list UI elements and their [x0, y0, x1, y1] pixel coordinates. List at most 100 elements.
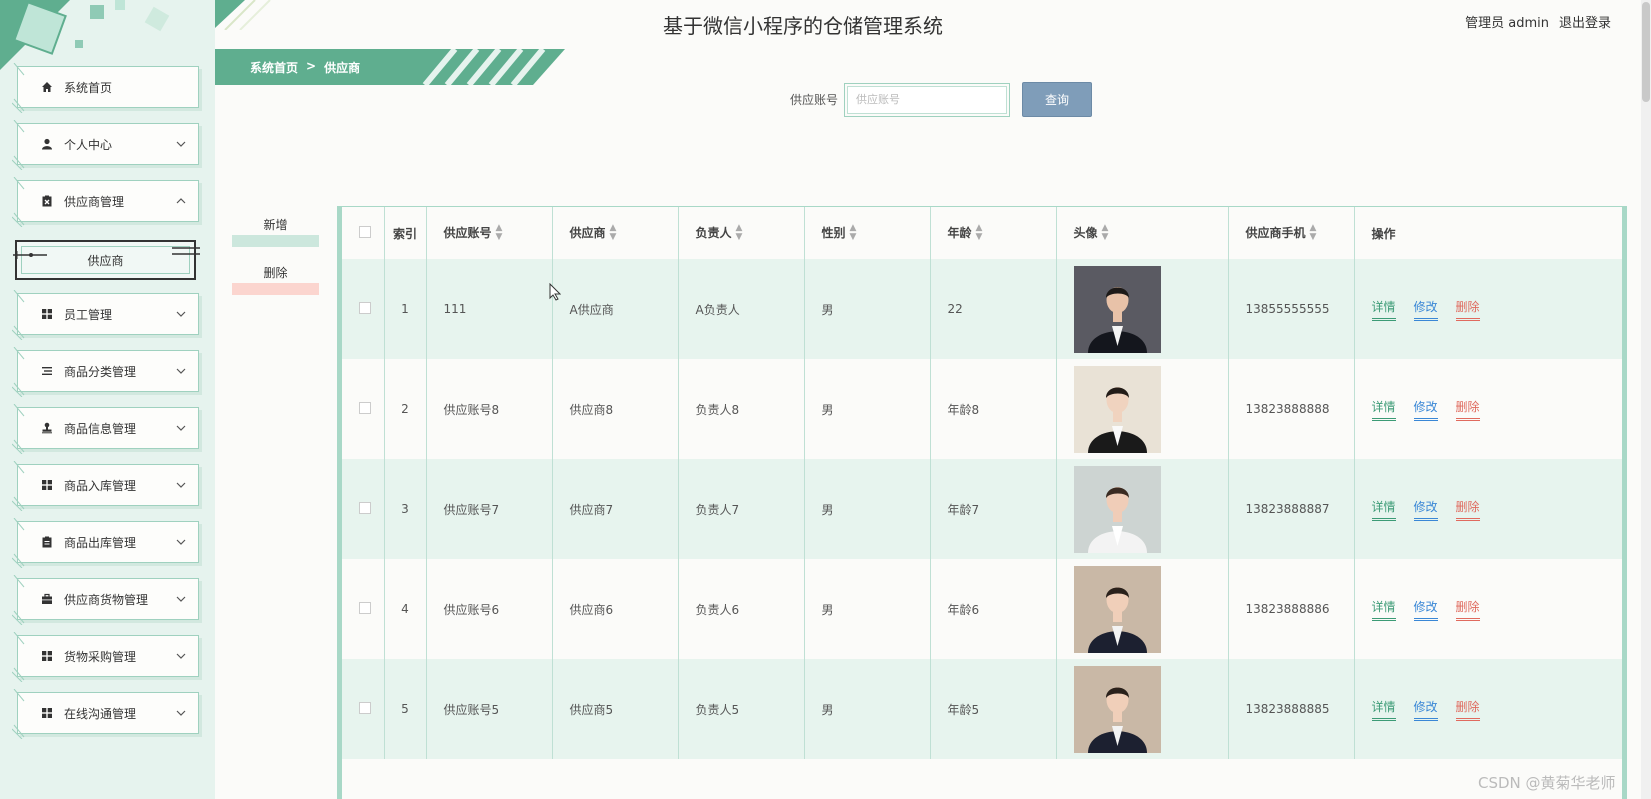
sort-icon[interactable]: ▲ ▼ [736, 224, 743, 242]
detail-button[interactable]: 详情 [1371, 598, 1396, 621]
delete-button-label: 删除 [263, 266, 288, 280]
detail-button[interactable]: 详情 [1371, 498, 1396, 521]
delete-button[interactable]: 删除 [1455, 698, 1480, 721]
sidebar-item-label: 商品入库管理 [64, 478, 137, 493]
sidebar-item-1[interactable]: 系统首页 [11, 62, 199, 114]
sort-icon[interactable]: ▲ ▼ [610, 224, 617, 242]
grid-icon [40, 478, 54, 492]
sidebar-item-label: 员工管理 [64, 307, 113, 322]
col-actions: 操作 [1354, 207, 1622, 259]
sort-icon[interactable]: ▲ ▼ [1310, 224, 1317, 242]
chevron-up-icon [176, 198, 186, 204]
col-gender[interactable]: 性别 ▲ ▼ [804, 207, 931, 259]
edit-button[interactable]: 修改 [1413, 598, 1438, 621]
delete-button[interactable]: 删除 [1455, 598, 1480, 621]
row-checkbox[interactable] [359, 301, 371, 314]
sidebar-item-6[interactable]: 商品信息管理 [11, 403, 199, 455]
col-manager[interactable]: 负责人 ▲ ▼ [678, 207, 805, 259]
query-button[interactable]: 查询 [1022, 82, 1093, 117]
avatar-image [1073, 265, 1161, 353]
select-all-checkbox[interactable] [359, 225, 371, 238]
sidebar-item-11[interactable]: 在线沟通管理 [11, 688, 199, 740]
edit-button[interactable]: 修改 [1413, 498, 1438, 521]
detail-button[interactable]: 详情 [1371, 398, 1396, 421]
sort-icon[interactable]: ▲ ▼ [850, 224, 857, 242]
avatar-image [1073, 565, 1161, 653]
add-button-label: 新增 [263, 218, 288, 232]
delete-button[interactable]: 删除 [1455, 498, 1480, 521]
sidebar-subitem-supplier[interactable]: 供应商 [13, 240, 200, 280]
cell-avatar [1056, 559, 1229, 659]
menu-edge-decoration [11, 460, 25, 512]
cell-index: 1 [384, 259, 427, 359]
add-button[interactable]: 新增 [232, 216, 319, 247]
avatar-image [1073, 665, 1161, 753]
chevron-down-icon [176, 710, 186, 716]
sidebar-item-label: 商品分类管理 [64, 364, 137, 379]
delete-button[interactable]: 删除 [1455, 398, 1480, 421]
cell-supplier: A供应商 [552, 259, 679, 359]
cell-gender: 男 [804, 359, 931, 459]
table-header-row: 索引 供应账号 ▲ ▼ 供应商 ▲ ▼ 负责人 ▲ ▼ 性别 ▲ ▼ 年龄 ▲ ▼ 头像 ▲ ▼ 供应商… [342, 207, 1622, 259]
sidebar-item-8[interactable]: 商品出库管理 [11, 517, 199, 569]
col-account[interactable]: 供应账号 ▲ ▼ [426, 207, 553, 259]
cell-phone: 13823888885 [1228, 659, 1355, 759]
cell-actions: 详情 修改 删除 [1354, 259, 1622, 359]
edit-button[interactable]: 修改 [1413, 398, 1438, 421]
delete-button[interactable]: 删除 [1455, 298, 1480, 321]
grid-icon [40, 706, 54, 720]
menu-edge-decoration [11, 517, 25, 569]
page-scrollbar[interactable] [1641, 0, 1651, 799]
sidebar [0, 0, 215, 799]
cell-age: 年龄8 [930, 359, 1057, 459]
edit-button[interactable]: 修改 [1413, 298, 1438, 321]
cell-manager: 负责人8 [678, 359, 805, 459]
cell-phone: 13823888888 [1228, 359, 1355, 459]
clipboard-x-icon [40, 194, 54, 208]
scrollbar-thumb[interactable] [1642, 2, 1650, 102]
sidebar-item-label: 商品信息管理 [64, 421, 137, 436]
grid-icon [40, 307, 54, 321]
detail-button[interactable]: 详情 [1371, 698, 1396, 721]
cell-age: 年龄6 [930, 559, 1057, 659]
breadcrumb: 系统首页 > 供应商 [215, 49, 565, 85]
cell-manager: A负责人 [678, 259, 805, 359]
breadcrumb-home[interactable]: 系统首页 [250, 59, 298, 76]
menu-edge-decoration [11, 176, 25, 228]
cell-supplier: 供应商8 [552, 359, 679, 459]
cell-phone: 13855555555 [1228, 259, 1355, 359]
table-row: 5 供应账号5 供应商5 负责人5 男年龄5 13823888885 详情 修改 删除 [342, 659, 1622, 759]
search-input[interactable] [847, 85, 1008, 114]
col-avatar[interactable]: 头像 ▲ ▼ [1056, 207, 1229, 259]
sidebar-item-9[interactable]: 供应商货物管理 [11, 574, 199, 626]
grid-icon [40, 649, 54, 663]
sort-icon[interactable]: ▲ ▼ [496, 224, 503, 242]
cell-supplier: 供应商6 [552, 559, 679, 659]
sort-icon[interactable]: ▲ ▼ [976, 224, 983, 242]
col-age[interactable]: 年龄 ▲ ▼ [930, 207, 1057, 259]
row-checkbox[interactable] [359, 501, 371, 514]
edit-button[interactable]: 修改 [1413, 698, 1438, 721]
row-checkbox[interactable] [359, 701, 371, 714]
sidebar-item-4[interactable]: 员工管理 [11, 289, 199, 341]
row-checkbox[interactable] [359, 401, 371, 414]
row-checkbox[interactable] [359, 601, 371, 614]
chevron-down-icon [176, 311, 186, 317]
sidebar-item-10[interactable]: 货物采购管理 [11, 631, 199, 683]
admin-label: 管理员 admin [1465, 16, 1549, 31]
sidebar-item-7[interactable]: 商品入库管理 [11, 460, 199, 512]
chevron-down-icon [176, 653, 186, 659]
col-supplier[interactable]: 供应商 ▲ ▼ [552, 207, 679, 259]
search-label: 供应账号 [790, 93, 839, 107]
logout-link[interactable]: 退出登录 [1559, 12, 1611, 31]
col-phone[interactable]: 供应商手机 ▲ ▼ [1228, 207, 1355, 259]
sort-icon[interactable]: ▲ ▼ [1102, 224, 1109, 242]
cell-manager: 负责人6 [678, 559, 805, 659]
detail-button[interactable]: 详情 [1371, 298, 1396, 321]
sidebar-item-2[interactable]: 个人中心 [11, 119, 199, 171]
table-row: 4 供应账号6 供应商6 负责人6 男年龄6 13823888886 详情 修改 删除 [342, 559, 1622, 659]
menu-edge-decoration [11, 574, 25, 626]
batch-delete-button[interactable]: 删除 [232, 264, 319, 295]
sidebar-item-3[interactable]: 供应商管理 [11, 176, 199, 228]
sidebar-item-5[interactable]: 商品分类管理 [11, 346, 199, 398]
